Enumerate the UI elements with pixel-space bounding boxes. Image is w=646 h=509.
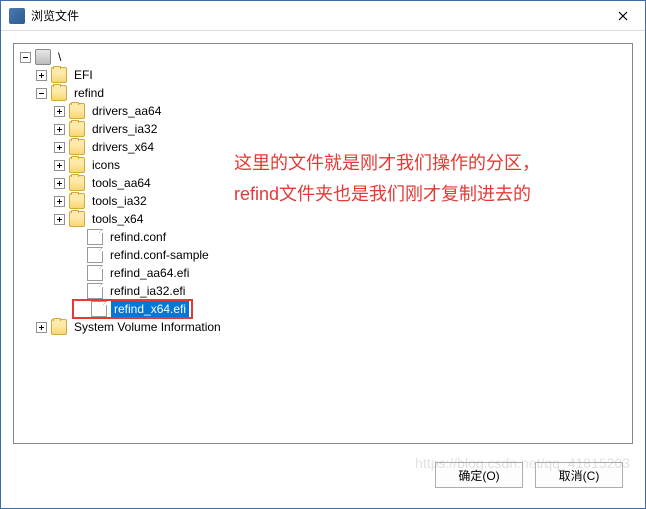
folder-icon	[69, 175, 85, 191]
file-icon	[87, 283, 103, 299]
annotation-line: 这里的文件就是刚才我们操作的分区，	[234, 148, 540, 179]
close-icon	[618, 11, 628, 21]
tree-folder-refind[interactable]: refind	[18, 84, 628, 102]
cancel-button[interactable]: 取消(C)	[535, 462, 623, 488]
expand-icon[interactable]	[54, 160, 65, 171]
close-button[interactable]	[600, 1, 645, 31]
spacer	[76, 304, 87, 315]
tree-label: EFI	[71, 67, 96, 83]
folder-icon	[69, 211, 85, 227]
folder-icon	[69, 121, 85, 137]
tree-label: drivers_aa64	[89, 103, 164, 119]
collapse-icon[interactable]	[20, 52, 31, 63]
spacer	[72, 232, 83, 243]
tree-label: \	[55, 49, 64, 65]
expand-icon[interactable]	[54, 196, 65, 207]
expand-icon[interactable]	[36, 322, 47, 333]
tree-label: drivers_x64	[89, 139, 157, 155]
tree-file[interactable]: refind.conf-sample	[18, 246, 628, 264]
tree-panel: \ EFI refind drivers_aa64 drivers_ia3	[13, 43, 633, 444]
expand-icon[interactable]	[54, 106, 65, 117]
folder-open-icon	[51, 85, 67, 101]
dialog-window: 浏览文件 \ EFI refind	[0, 0, 646, 509]
tree-label: tools_ia32	[89, 193, 150, 209]
annotation-highlight: refind_x64.efi	[72, 299, 193, 319]
folder-icon	[51, 67, 67, 83]
window-title: 浏览文件	[31, 7, 79, 24]
annotation-text: 这里的文件就是刚才我们操作的分区， refind文件夹也是我们刚才复制进去的	[234, 148, 540, 209]
tree-file[interactable]: refind.conf	[18, 228, 628, 246]
content-area: \ EFI refind drivers_aa64 drivers_ia3	[1, 31, 645, 508]
tree-label: tools_x64	[89, 211, 146, 227]
tree-label: refind_aa64.efi	[107, 265, 192, 281]
tree-label: System Volume Information	[71, 319, 224, 335]
file-icon	[87, 265, 103, 281]
folder-icon	[69, 157, 85, 173]
folder-icon	[69, 193, 85, 209]
file-icon	[91, 301, 107, 317]
tree-root[interactable]: \	[18, 48, 628, 66]
tree-label: refind.conf	[107, 229, 169, 245]
spacer	[72, 268, 83, 279]
tree-label: refind.conf-sample	[107, 247, 212, 263]
drive-icon	[35, 49, 51, 65]
collapse-icon[interactable]	[36, 88, 47, 99]
tree-label: refind_ia32.efi	[107, 283, 188, 299]
expand-icon[interactable]	[54, 142, 65, 153]
tree-file-selected[interactable]: refind_x64.efi	[18, 300, 628, 318]
button-row: 确定(O) 取消(C)	[13, 454, 633, 496]
expand-icon[interactable]	[54, 178, 65, 189]
tree-label: tools_aa64	[89, 175, 154, 191]
folder-icon	[69, 103, 85, 119]
ok-button[interactable]: 确定(O)	[435, 462, 523, 488]
app-icon	[9, 8, 25, 24]
folder-icon	[69, 139, 85, 155]
spacer	[72, 250, 83, 261]
file-icon	[87, 247, 103, 263]
expand-icon[interactable]	[54, 124, 65, 135]
spacer	[72, 286, 83, 297]
folder-icon	[51, 319, 67, 335]
file-icon	[87, 229, 103, 245]
tree-label: icons	[89, 157, 123, 173]
tree-folder[interactable]: drivers_aa64	[18, 102, 628, 120]
tree-folder-efi[interactable]: EFI	[18, 66, 628, 84]
tree-file[interactable]: refind_ia32.efi	[18, 282, 628, 300]
tree-label: refind	[71, 85, 107, 101]
tree-file[interactable]: refind_aa64.efi	[18, 264, 628, 282]
tree-folder-svi[interactable]: System Volume Information	[18, 318, 628, 336]
expand-icon[interactable]	[54, 214, 65, 225]
tree-folder[interactable]: drivers_ia32	[18, 120, 628, 138]
expand-icon[interactable]	[36, 70, 47, 81]
tree-label: drivers_ia32	[89, 121, 160, 137]
titlebar: 浏览文件	[1, 1, 645, 31]
tree-label: refind_x64.efi	[111, 301, 189, 317]
tree-folder[interactable]: tools_x64	[18, 210, 628, 228]
annotation-line: refind文件夹也是我们刚才复制进去的	[234, 179, 540, 210]
